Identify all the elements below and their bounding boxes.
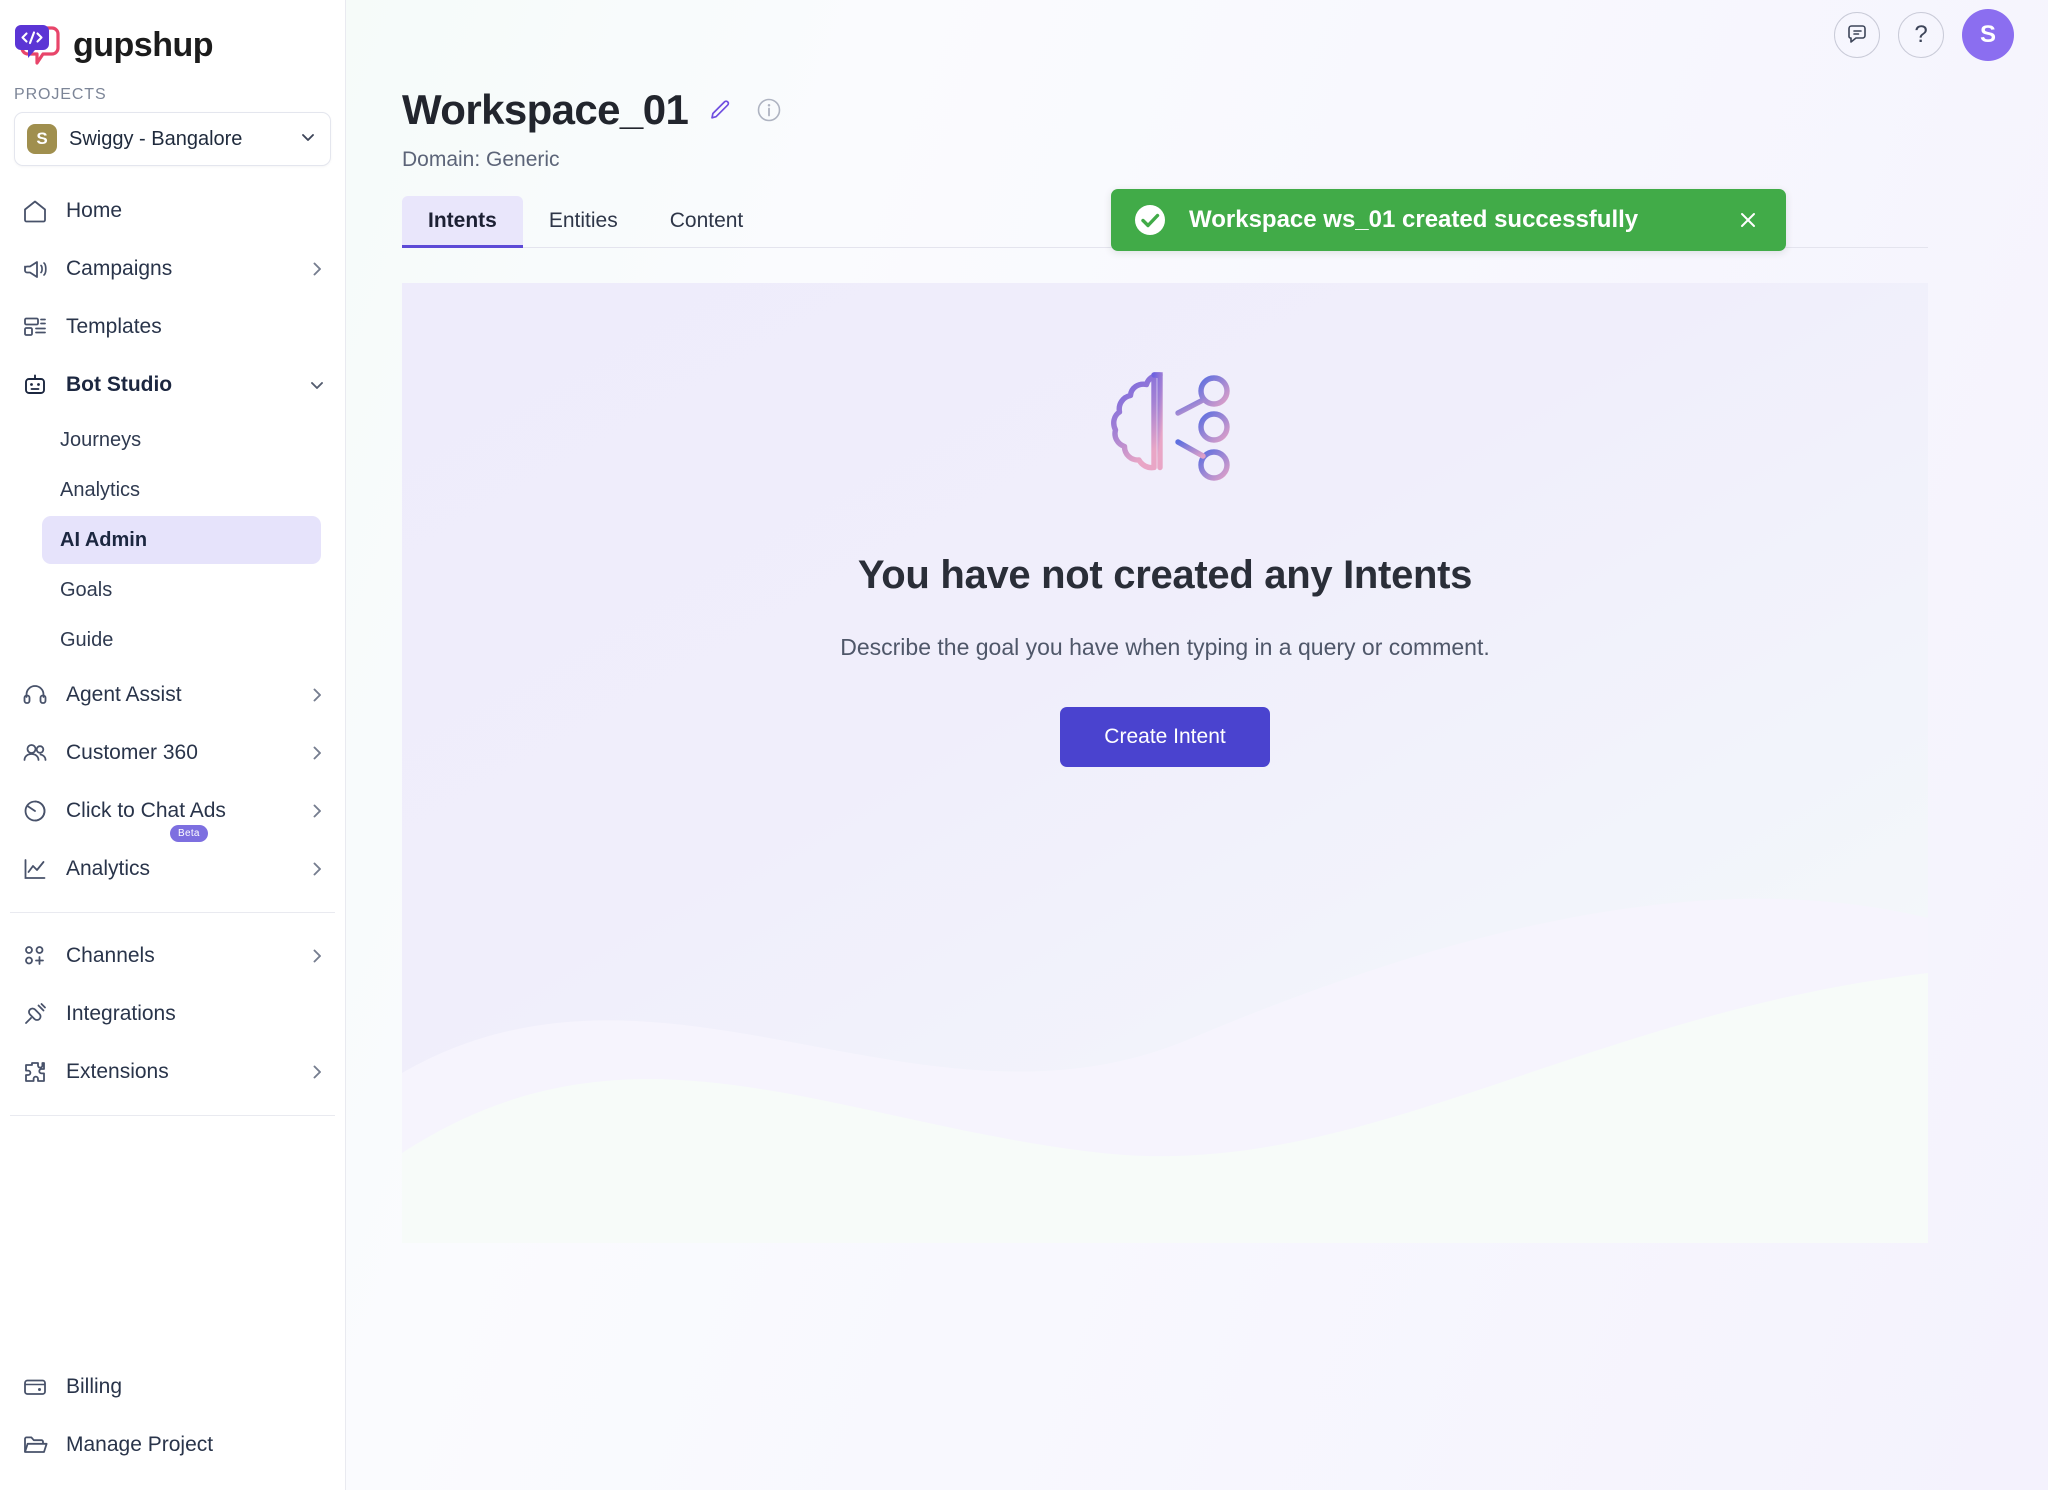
sidebar-item-bot-analytics[interactable]: Analytics xyxy=(42,466,321,514)
sidebar-item-label: Bot Studio xyxy=(66,373,173,396)
sidebar-item-label: Home xyxy=(66,199,123,222)
chevron-right-icon xyxy=(307,743,327,763)
chevron-right-icon xyxy=(307,859,327,879)
brand-logo[interactable]: gupshup xyxy=(0,0,345,72)
project-selector[interactable]: S Swiggy - Bangalore xyxy=(14,112,331,166)
sidebar-item-campaigns[interactable]: Campaigns xyxy=(0,240,345,298)
sidebar-item-label: Channels xyxy=(66,944,155,967)
close-x-icon[interactable] xyxy=(1736,208,1760,232)
puzzle-icon xyxy=(20,1057,50,1087)
top-bar: ? S xyxy=(346,0,2048,70)
sidebar-item-label: Click to Chat Ads Beta xyxy=(66,799,291,842)
sidebar-item-extensions[interactable]: Extensions xyxy=(0,1043,345,1101)
intents-panel: You have not created any Intents Describ… xyxy=(402,283,1928,1243)
empty-state-title: You have not created any Intents xyxy=(857,553,1473,597)
chevron-right-icon xyxy=(307,946,327,966)
sidebar-nav: Home Campaigns Templates Bot Studio Jour… xyxy=(0,182,345,1358)
sidebar-item-analytics[interactable]: Analytics xyxy=(0,840,345,898)
title-row: Workspace_01 xyxy=(402,86,2048,134)
sidebar-item-ai-admin[interactable]: AI Admin xyxy=(42,516,321,564)
sidebar-item-text: Click to Chat Ads xyxy=(66,799,226,822)
line-chart-icon xyxy=(20,854,50,884)
sidebar-subitem-label: Journeys xyxy=(60,428,142,451)
sidebar-item-billing[interactable]: Billing xyxy=(0,1358,345,1416)
pie-chart-icon xyxy=(20,796,50,826)
success-toast: Workspace ws_01 created successfully xyxy=(1111,189,1786,251)
toast-message: Workspace ws_01 created successfully xyxy=(1189,206,1639,233)
beta-badge: Beta xyxy=(170,825,208,842)
empty-state-subtitle: Describe the goal you have when typing i… xyxy=(840,634,1490,660)
channels-icon xyxy=(20,941,50,971)
sidebar-item-agent-assist[interactable]: Agent Assist xyxy=(0,666,345,724)
wallet-icon xyxy=(20,1372,50,1402)
sidebar-subitem-label: Analytics xyxy=(60,478,141,501)
sidebar-item-goals[interactable]: Goals xyxy=(42,566,321,614)
sidebar-item-integrations[interactable]: Integrations xyxy=(0,985,345,1043)
user-avatar[interactable]: S xyxy=(1962,9,2014,61)
chevron-down-icon xyxy=(307,375,327,395)
tab-content[interactable]: Content xyxy=(644,196,770,248)
chevron-right-icon xyxy=(307,685,327,705)
sidebar-item-click-to-chat-ads[interactable]: Click to Chat Ads Beta xyxy=(0,782,345,842)
sidebar-bottom-group: Billing Manage Project xyxy=(0,1358,345,1490)
domain-label: Domain: Generic xyxy=(402,148,560,171)
sidebar-item-customer-360[interactable]: Customer 360 xyxy=(0,724,345,782)
sidebar-item-guide[interactable]: Guide xyxy=(42,616,321,664)
page-title: Workspace_01 xyxy=(402,86,689,133)
sidebar-item-label: Customer 360 xyxy=(66,741,198,764)
brain-network-icon xyxy=(1090,361,1240,493)
sidebar-item-label: Extensions xyxy=(66,1060,169,1083)
chevron-right-icon xyxy=(307,1062,327,1082)
users-icon xyxy=(20,738,50,768)
megaphone-icon xyxy=(20,254,50,284)
chevron-down-icon xyxy=(298,127,318,152)
chevron-right-icon xyxy=(307,801,327,821)
brand-name: gupshup xyxy=(73,25,214,64)
sidebar-subitem-label: AI Admin xyxy=(60,528,148,551)
tab-entities[interactable]: Entities xyxy=(523,196,644,248)
info-circle-icon[interactable] xyxy=(754,95,784,125)
projects-section-label: PROJECTS xyxy=(14,86,107,103)
project-name: Swiggy - Bangalore xyxy=(69,127,243,150)
nav-divider xyxy=(10,912,335,913)
help-button[interactable]: ? xyxy=(1898,12,1944,58)
sidebar: gupshup PROJECTS S Swiggy - Bangalore Ho… xyxy=(0,0,346,1490)
check-circle-icon xyxy=(1133,203,1167,237)
project-avatar: S xyxy=(27,124,57,154)
gupshup-code-bubble-logo-icon xyxy=(12,22,62,68)
app-root: gupshup PROJECTS S Swiggy - Bangalore Ho… xyxy=(0,0,2048,1490)
chat-bubble-icon xyxy=(1845,22,1869,49)
sidebar-item-label: Integrations xyxy=(66,1002,176,1025)
sidebar-item-bot-studio[interactable]: Bot Studio xyxy=(0,356,345,414)
sidebar-subitem-label: Goals xyxy=(60,578,113,601)
tab-intents[interactable]: Intents xyxy=(402,196,523,248)
sidebar-item-channels[interactable]: Channels xyxy=(0,927,345,985)
feedback-button[interactable] xyxy=(1834,12,1880,58)
home-icon xyxy=(20,196,50,226)
sidebar-item-home[interactable]: Home xyxy=(0,182,345,240)
main-content: ? S Workspace_01 Domain: Generic Intents… xyxy=(346,0,2048,1490)
question-mark-icon: ? xyxy=(1914,21,1928,48)
sidebar-item-templates[interactable]: Templates xyxy=(0,298,345,356)
sidebar-item-label: Agent Assist xyxy=(66,683,182,706)
create-intent-button[interactable]: Create Intent xyxy=(1060,707,1270,767)
templates-icon xyxy=(20,312,50,342)
sidebar-item-label: Analytics xyxy=(66,857,151,880)
plug-icon xyxy=(20,999,50,1029)
sidebar-item-journeys[interactable]: Journeys xyxy=(42,416,321,464)
sidebar-item-label: Campaigns xyxy=(66,257,173,280)
sidebar-item-label: Billing xyxy=(66,1375,123,1398)
robot-icon xyxy=(20,370,50,400)
nav-divider-bottom xyxy=(10,1115,335,1116)
sidebar-item-label: Manage Project xyxy=(66,1433,214,1456)
sidebar-item-manage-project[interactable]: Manage Project xyxy=(0,1416,345,1474)
headset-icon xyxy=(20,680,50,710)
chevron-right-icon xyxy=(307,259,327,279)
pencil-edit-icon[interactable] xyxy=(706,95,736,125)
empty-state: You have not created any Intents Describ… xyxy=(402,283,1928,767)
sidebar-subitem-label: Guide xyxy=(60,628,114,651)
sidebar-item-label: Templates xyxy=(66,315,162,338)
decorative-waves xyxy=(402,898,1928,1243)
folder-icon xyxy=(20,1430,50,1460)
